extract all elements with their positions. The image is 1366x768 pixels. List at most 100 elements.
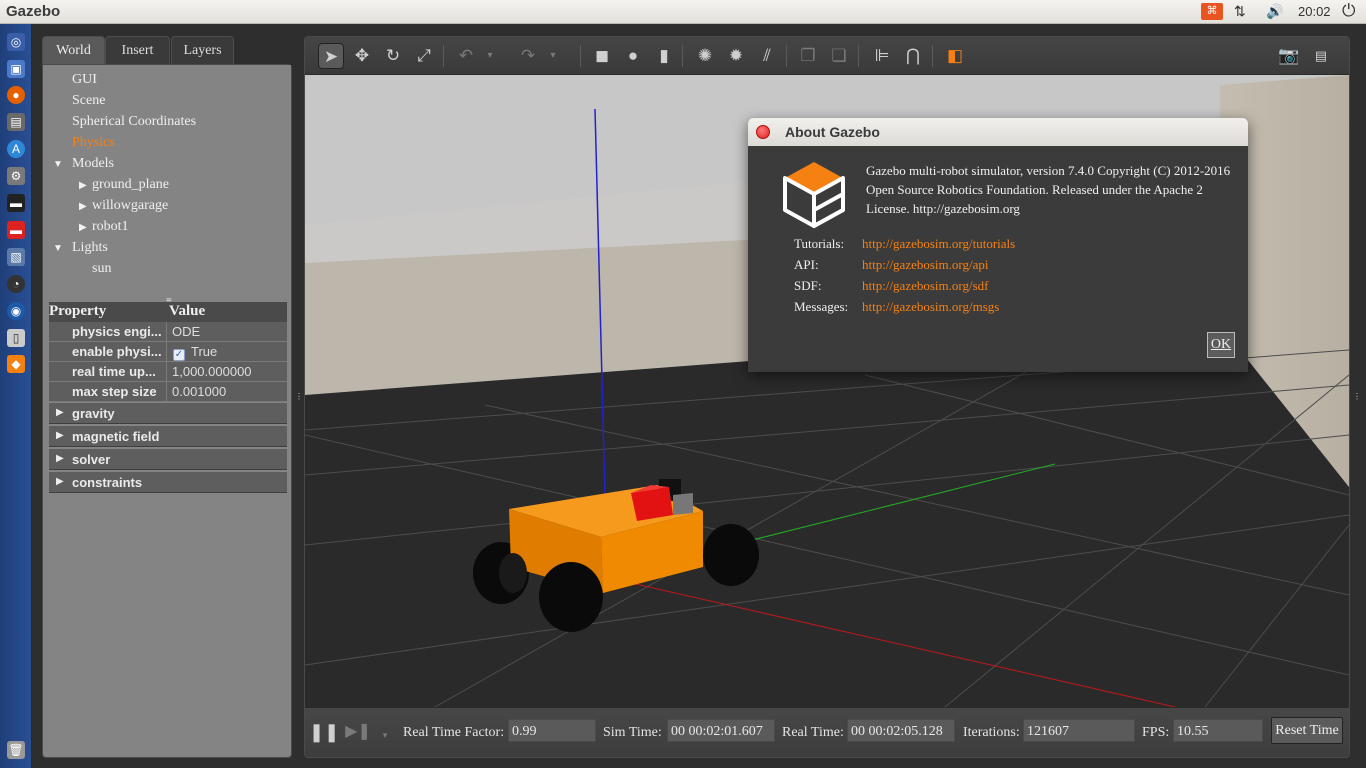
tree-item-willowgarage[interactable]: willowgarage (92, 198, 168, 214)
tab-insert[interactable]: Insert (105, 36, 170, 64)
ok-button[interactable]: OK (1207, 332, 1235, 358)
link-row-sdf: SDF: http://gazebosim.org/sdf (794, 278, 989, 294)
tree-item-scene[interactable]: Scene (72, 93, 105, 109)
screenshot-icon[interactable]: 📷 (1276, 43, 1302, 69)
tree-item-robot1[interactable]: robot1 (92, 219, 129, 235)
align-icon[interactable]: ⊫ (869, 43, 895, 69)
property-value-input[interactable]: ODE (169, 322, 287, 341)
property-row: max step size 0.001000 (49, 382, 287, 402)
app-icon-red[interactable]: ▬ (7, 221, 25, 239)
group-label: constraints (72, 475, 143, 490)
image-viewer-icon[interactable]: ▧ (7, 248, 25, 266)
dash-icon[interactable]: ◎ (7, 33, 25, 51)
app-title: Gazebo (6, 3, 61, 20)
sphere-shape-icon[interactable]: ● (620, 43, 646, 69)
scale-mode-icon[interactable]: ⤢ (411, 43, 437, 69)
system-menu-icon[interactable]: ⏻ (1342, 1, 1355, 21)
log-icon[interactable]: ▤ (1308, 43, 1334, 69)
tab-world[interactable]: World (42, 36, 105, 64)
snap-icon[interactable]: ⋂ (900, 43, 926, 69)
clock-app-icon[interactable]: ◔ (7, 275, 25, 293)
spot-light-icon[interactable]: ✹ (723, 43, 749, 69)
expand-robot1-icon[interactable]: ▶ (79, 222, 87, 233)
expand-lights-icon[interactable]: ▼ (53, 243, 63, 254)
firefox-icon[interactable]: ● (7, 86, 25, 104)
launcher: ◎ ▣ ● ▤ A ⚙ ▬ ▬ ▧ ◔ ◉ ▯ ◆ 🗑 (0, 24, 32, 768)
close-icon[interactable] (756, 125, 770, 139)
tree-item-gui[interactable]: GUI (72, 72, 97, 88)
box-shape-icon[interactable]: ◼ (589, 43, 615, 69)
panel-tabs: World Insert Layers (42, 36, 292, 64)
redo-icon[interactable]: ↷ (515, 43, 541, 69)
property-group-magnetic-field[interactable]: ▶ magnetic field (49, 426, 287, 447)
real-time-factor-label: Real Time Factor: (403, 725, 505, 740)
copy-icon[interactable]: ❐ (795, 43, 821, 69)
tutorials-link[interactable]: http://gazebosim.org/tutorials (862, 236, 1015, 252)
step-dropdown-icon[interactable]: ▾ (379, 722, 391, 748)
expand-arrow-icon: ▶ (56, 430, 64, 441)
world-panel: GUI Scene Spherical Coordinates Physics … (42, 64, 292, 758)
link-row-messages: Messages: http://gazebosim.org/msgs (794, 299, 999, 315)
cylinder-shape-icon[interactable]: ▮ (651, 43, 677, 69)
select-mode-icon[interactable]: ➤ (318, 43, 344, 69)
volume-icon[interactable]: 🔊 (1266, 3, 1283, 20)
link-row-api: API: http://gazebosim.org/api (794, 257, 989, 273)
left-panel: World Insert Layers GUI Scene Spherical … (42, 36, 292, 758)
undo-icon[interactable]: ↶ (453, 43, 479, 69)
property-group-gravity[interactable]: ▶ gravity (49, 403, 287, 424)
directional-light-icon[interactable]: ⫽ (754, 43, 780, 69)
sdf-link[interactable]: http://gazebosim.org/sdf (862, 278, 989, 294)
translate-mode-icon[interactable]: ✥ (349, 43, 375, 69)
document-icon[interactable]: ▯ (7, 329, 25, 347)
scene-toolbar: ➤ ✥ ↻ ⤢ ↶ ▾ ↷ ▾ ◼ ● ▮ ✺ ✹ ⫽ ❐ ❏ ⊫ ⋂ ◧ 📷 (305, 37, 1349, 75)
tree-item-spherical-coordinates[interactable]: Spherical Coordinates (72, 114, 196, 130)
property-group-constraints[interactable]: ▶ constraints (49, 472, 287, 493)
tree-item-models[interactable]: Models (72, 156, 114, 172)
redo-dropdown-icon[interactable]: ▾ (546, 43, 560, 69)
tree-item-lights[interactable]: Lights (72, 240, 108, 256)
sim-time-label: Sim Time: (603, 725, 662, 740)
step-icon[interactable]: ▶❚ (345, 719, 371, 745)
trash-icon[interactable]: 🗑 (7, 741, 25, 759)
expand-ground-plane-icon[interactable]: ▶ (79, 180, 87, 191)
settings-icon[interactable]: ⚙ (7, 167, 25, 185)
property-row: enable physi... ✓ True (49, 342, 287, 362)
property-key: enable physi... (49, 342, 167, 361)
expand-models-icon[interactable]: ▼ (53, 159, 63, 170)
view-angle-icon[interactable]: ◧ (942, 43, 968, 69)
real-time-label: Real Time: (782, 725, 844, 740)
tab-layers[interactable]: Layers (171, 36, 234, 64)
paste-icon[interactable]: ❏ (826, 43, 852, 69)
property-key: real time up... (49, 362, 167, 381)
reset-time-button[interactable]: Reset Time (1271, 717, 1343, 744)
rotate-mode-icon[interactable]: ↻ (380, 43, 406, 69)
tree-item-sun[interactable]: sun (92, 261, 111, 277)
pause-icon[interactable]: ❚❚ (309, 719, 339, 745)
software-icon[interactable]: ▤ (7, 113, 25, 131)
right-panel-resize-handle[interactable]: ⋮ (1353, 392, 1361, 401)
network-icon[interactable]: ⇅ (1234, 3, 1246, 20)
property-group-solver[interactable]: ▶ solver (49, 449, 287, 470)
input-method-indicator[interactable]: ⌘ (1201, 3, 1223, 20)
undo-dropdown-icon[interactable]: ▾ (483, 43, 497, 69)
gazebo-launcher-icon[interactable]: ◆ (7, 355, 25, 373)
tree-item-physics[interactable]: Physics (72, 135, 115, 151)
messages-link[interactable]: http://gazebosim.org/msgs (862, 299, 999, 315)
point-light-icon[interactable]: ✺ (692, 43, 718, 69)
top-menu-bar: Gazebo ⌘ ⇅ 🔊 20:02 ⏻ (0, 0, 1366, 24)
property-value-input[interactable]: 1,000.000000 (169, 362, 287, 381)
terminal-icon[interactable]: ▬ (7, 194, 25, 212)
files-icon[interactable]: ▣ (7, 60, 25, 78)
property-value-input[interactable]: 0.001000 (169, 382, 287, 401)
property-value-checkbox[interactable]: ✓ True (169, 342, 287, 361)
clock[interactable]: 20:02 (1298, 4, 1331, 19)
dialog-titlebar: About Gazebo (748, 118, 1248, 146)
vscode-icon[interactable]: ◉ (7, 302, 25, 320)
expand-willowgarage-icon[interactable]: ▶ (79, 201, 87, 212)
browser-icon[interactable]: A (7, 140, 25, 158)
real-time-factor-value: 0.99 (508, 719, 596, 742)
checkbox-checked-icon[interactable]: ✓ (173, 349, 185, 361)
tree-item-ground-plane[interactable]: ground_plane (92, 177, 169, 193)
api-link[interactable]: http://gazebosim.org/api (862, 257, 989, 273)
left-panel-resize-handle[interactable]: ⋮ (295, 392, 303, 401)
